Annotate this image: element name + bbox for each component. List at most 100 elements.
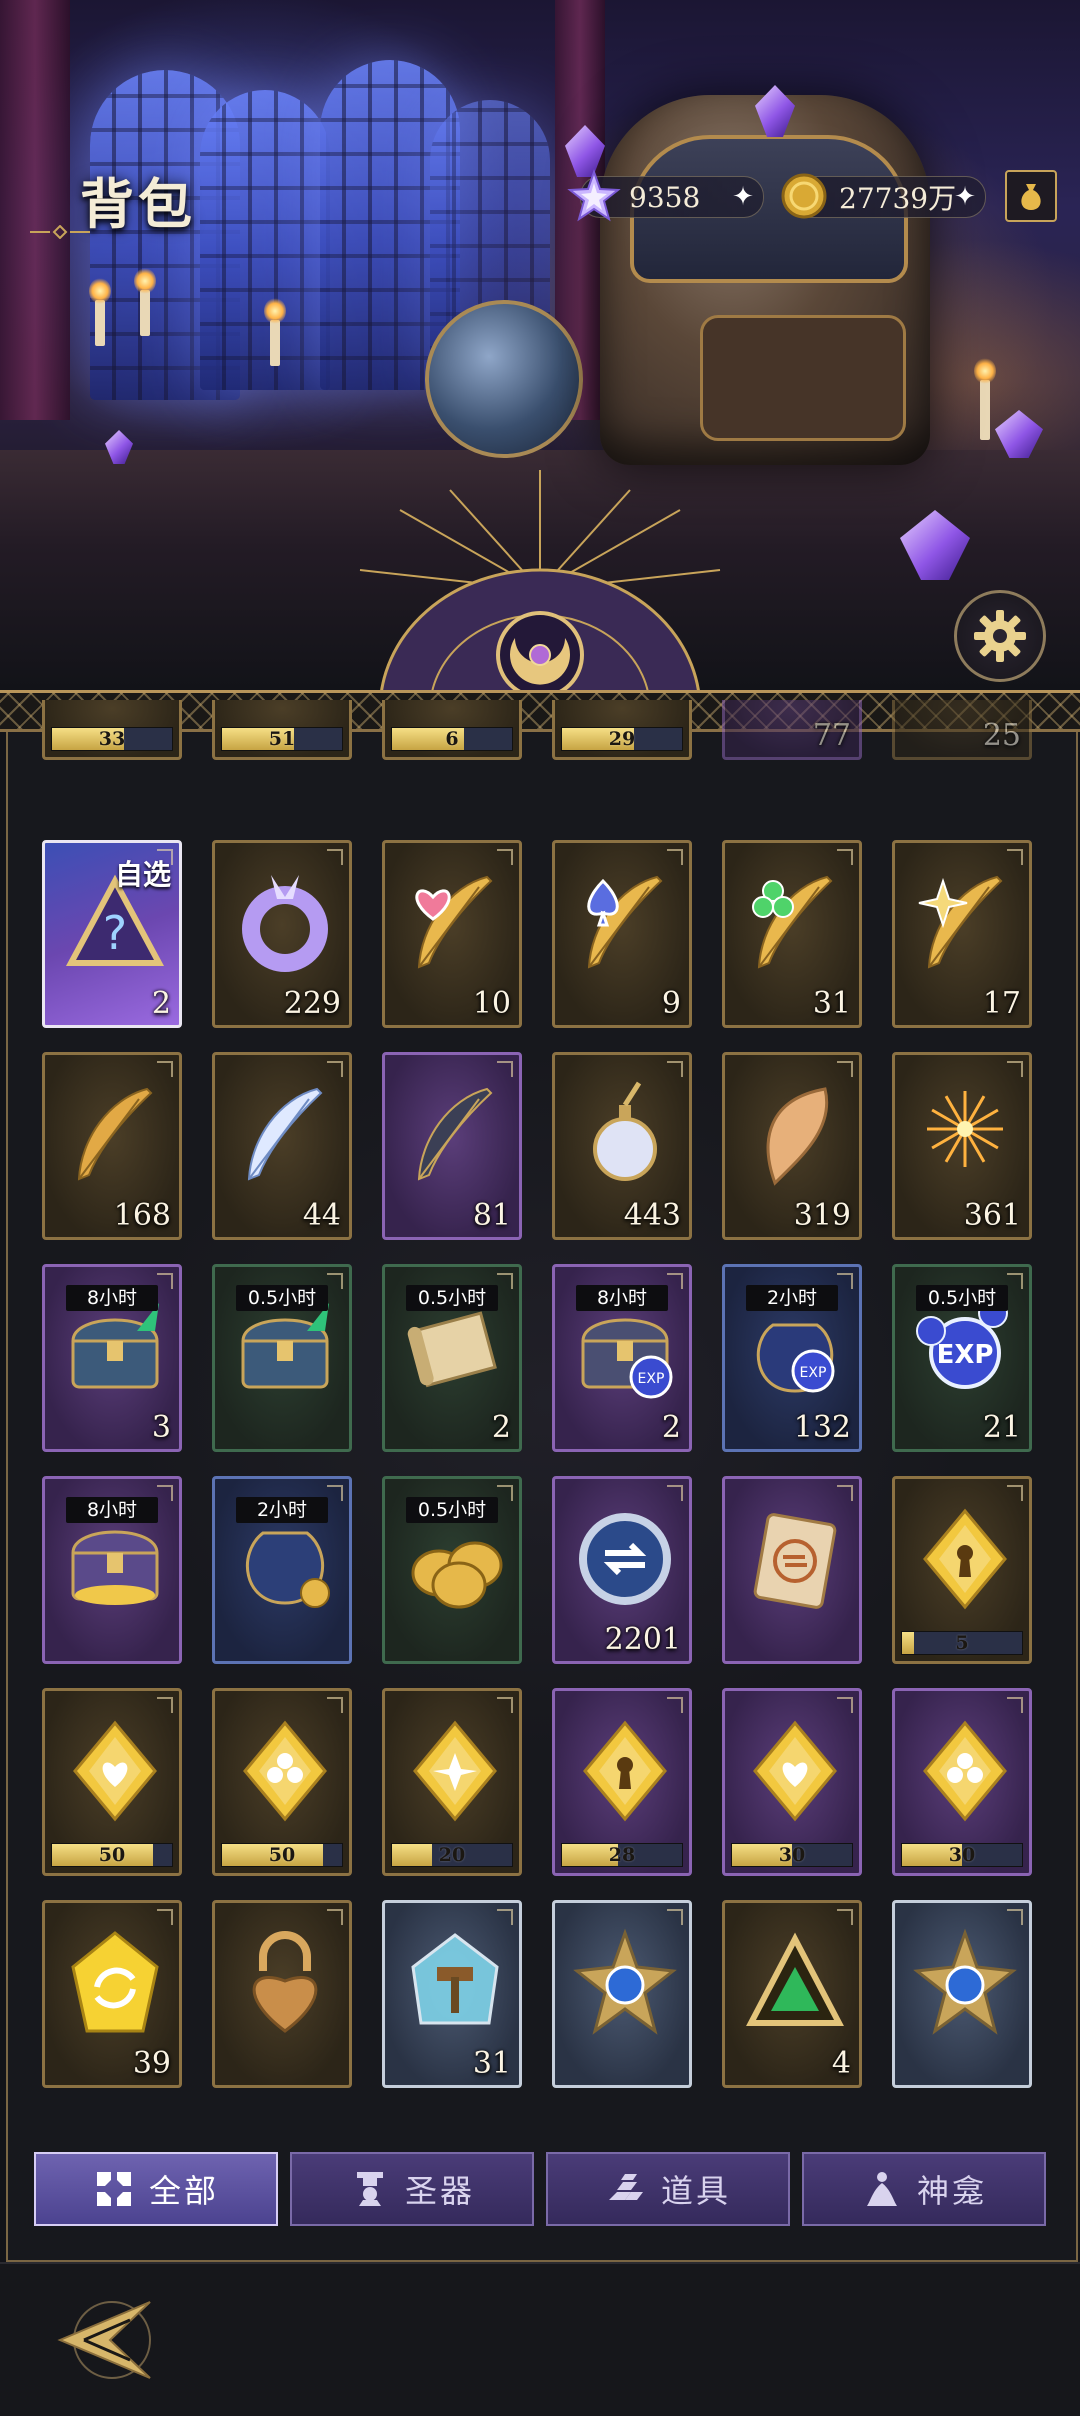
inventory-item[interactable]: 443 (552, 1052, 692, 1240)
fireworks-icon (909, 1079, 1021, 1191)
inventory-item[interactable]: 50 (212, 1688, 352, 1876)
card-corner-ornament (157, 1273, 173, 1289)
dark-feather-icon (399, 1079, 511, 1191)
keyhole-gem-icon (569, 1715, 681, 1827)
timer-badge: 2小时 (746, 1285, 838, 1311)
progress-bar-text: 6 (445, 728, 459, 750)
inventory-item-partial[interactable]: 77 (722, 700, 862, 760)
card-corner-ornament (327, 1061, 343, 1077)
inventory-item[interactable]: 319 (722, 1052, 862, 1240)
inventory-item[interactable]: 0.5小时 (212, 1264, 352, 1452)
heart-feather-icon (399, 867, 511, 979)
card-corner-ornament (1007, 849, 1023, 865)
item-count: 443 (623, 1198, 681, 1233)
back-button[interactable] (50, 2290, 160, 2390)
inventory-item[interactable]: EXP 2小时 132 (722, 1264, 862, 1452)
white-feather-icon (229, 1079, 341, 1191)
card-corner-ornament (157, 1909, 173, 1925)
inventory-item[interactable]: 17 (892, 840, 1032, 1028)
footer-bar (0, 2262, 1080, 2416)
inventory-item[interactable] (212, 1900, 352, 2088)
item-count: 17 (982, 986, 1021, 1021)
candle (974, 358, 996, 440)
inventory-item[interactable]: 361 (892, 1052, 1032, 1240)
money-bag-button[interactable] (1005, 170, 1057, 222)
progress-bar-text: 30 (778, 1844, 806, 1866)
inventory-grid: 33 51 6 29 77 25 ? 自选 2 229 10 9 31 17 168 44 81 443 319 36… (0, 700, 1080, 2130)
card-corner-ornament (837, 1697, 853, 1713)
card-corner-ornament (837, 1909, 853, 1925)
add-star-crystal-button[interactable]: ✦ (729, 183, 757, 211)
svg-text:EXP: EXP (937, 1340, 994, 1370)
tab-shrine[interactable]: 神龛 (802, 2152, 1046, 2226)
inventory-item[interactable]: 2小时 (212, 1476, 352, 1664)
inventory-item[interactable]: 4 (722, 1900, 862, 2088)
inventory-item[interactable]: 8小时 3 (42, 1264, 182, 1452)
keyhole-gem-icon (909, 1503, 1021, 1615)
inventory-item[interactable]: 0.5小时 (382, 1476, 522, 1664)
item-count: 10 (472, 986, 511, 1021)
star-gem-icon (399, 1715, 511, 1827)
inventory-item[interactable]: EXP 8小时 2 (552, 1264, 692, 1452)
star-crystal-icon (567, 169, 621, 222)
inventory-item[interactable]: 31 (382, 1900, 522, 2088)
item-count: 168 (113, 1198, 171, 1233)
item-count: 2201 (604, 1622, 681, 1657)
inventory-item[interactable] (722, 1476, 862, 1664)
inventory-item[interactable]: 50 (42, 1688, 182, 1876)
inventory-item-partial[interactable]: 6 (382, 700, 522, 760)
timer-badge: 0.5小时 (406, 1285, 498, 1311)
inventory-item-partial[interactable]: 25 (892, 700, 1032, 760)
inventory-item[interactable]: 30 (892, 1688, 1032, 1876)
item-count: 77 (812, 718, 851, 753)
inventory-item[interactable]: 28 (552, 1688, 692, 1876)
card-corner-ornament (837, 1273, 853, 1289)
card-corner-ornament (1007, 1485, 1023, 1501)
swap-ticket-icon (739, 1503, 851, 1615)
inventory-item[interactable]: 5 (892, 1476, 1032, 1664)
candle (264, 298, 286, 366)
heart-gem-icon (739, 1715, 851, 1827)
inventory-item[interactable]: 39 (42, 1900, 182, 2088)
card-corner-ornament (1007, 1909, 1023, 1925)
inventory-item[interactable]: 2201 (552, 1476, 692, 1664)
progress-bar-text: 51 (268, 728, 296, 750)
item-count: 44 (302, 1198, 341, 1233)
progress-bar-text: 20 (438, 1844, 466, 1866)
tab-items[interactable]: 道具 (546, 2152, 790, 2226)
progress-bar: 51 (221, 727, 343, 751)
settings-button[interactable] (954, 590, 1046, 682)
tab-all[interactable]: 全部 (34, 2152, 278, 2226)
inventory-item-partial[interactable]: 33 (42, 700, 182, 760)
inventory-item[interactable]: 8小时 (42, 1476, 182, 1664)
inventory-item[interactable]: 9 (552, 840, 692, 1028)
card-corner-ornament (497, 1697, 513, 1713)
inventory-item[interactable]: 81 (382, 1052, 522, 1240)
progress-bar: 29 (561, 727, 683, 751)
inventory-item-partial[interactable]: 29 (552, 700, 692, 760)
conch-shell-icon (739, 1079, 851, 1191)
inventory-item[interactable]: 31 (722, 840, 862, 1028)
progress-bar: 50 (51, 1843, 173, 1867)
inventory-item[interactable]: 20 (382, 1688, 522, 1876)
inventory-item[interactable]: 229 (212, 840, 352, 1028)
inventory-item[interactable] (892, 1900, 1032, 2088)
progress-bar-text: 50 (98, 1844, 126, 1866)
tab-relics[interactable]: 圣器 (290, 2152, 534, 2226)
triangle-gem-icon (739, 1927, 851, 2039)
card-corner-ornament (1007, 1697, 1023, 1713)
inventory-item[interactable]: 44 (212, 1052, 352, 1240)
money-bag-icon (1021, 184, 1041, 210)
card-corner-ornament (497, 849, 513, 865)
inventory-item[interactable]: 30 (722, 1688, 862, 1876)
add-gold-coin-button[interactable]: ✦ (951, 183, 979, 211)
inventory-item[interactable]: 0.5小时 2 (382, 1264, 522, 1452)
inventory-item[interactable]: 168 (42, 1052, 182, 1240)
item-count: 9 (661, 986, 681, 1021)
inventory-item[interactable]: EXP 0.5小时 21 (892, 1264, 1032, 1452)
curtain (0, 0, 70, 420)
inventory-item[interactable]: ? 自选 2 (42, 840, 182, 1028)
inventory-item[interactable]: 10 (382, 840, 522, 1028)
inventory-item[interactable] (552, 1900, 692, 2088)
inventory-item-partial[interactable]: 51 (212, 700, 352, 760)
